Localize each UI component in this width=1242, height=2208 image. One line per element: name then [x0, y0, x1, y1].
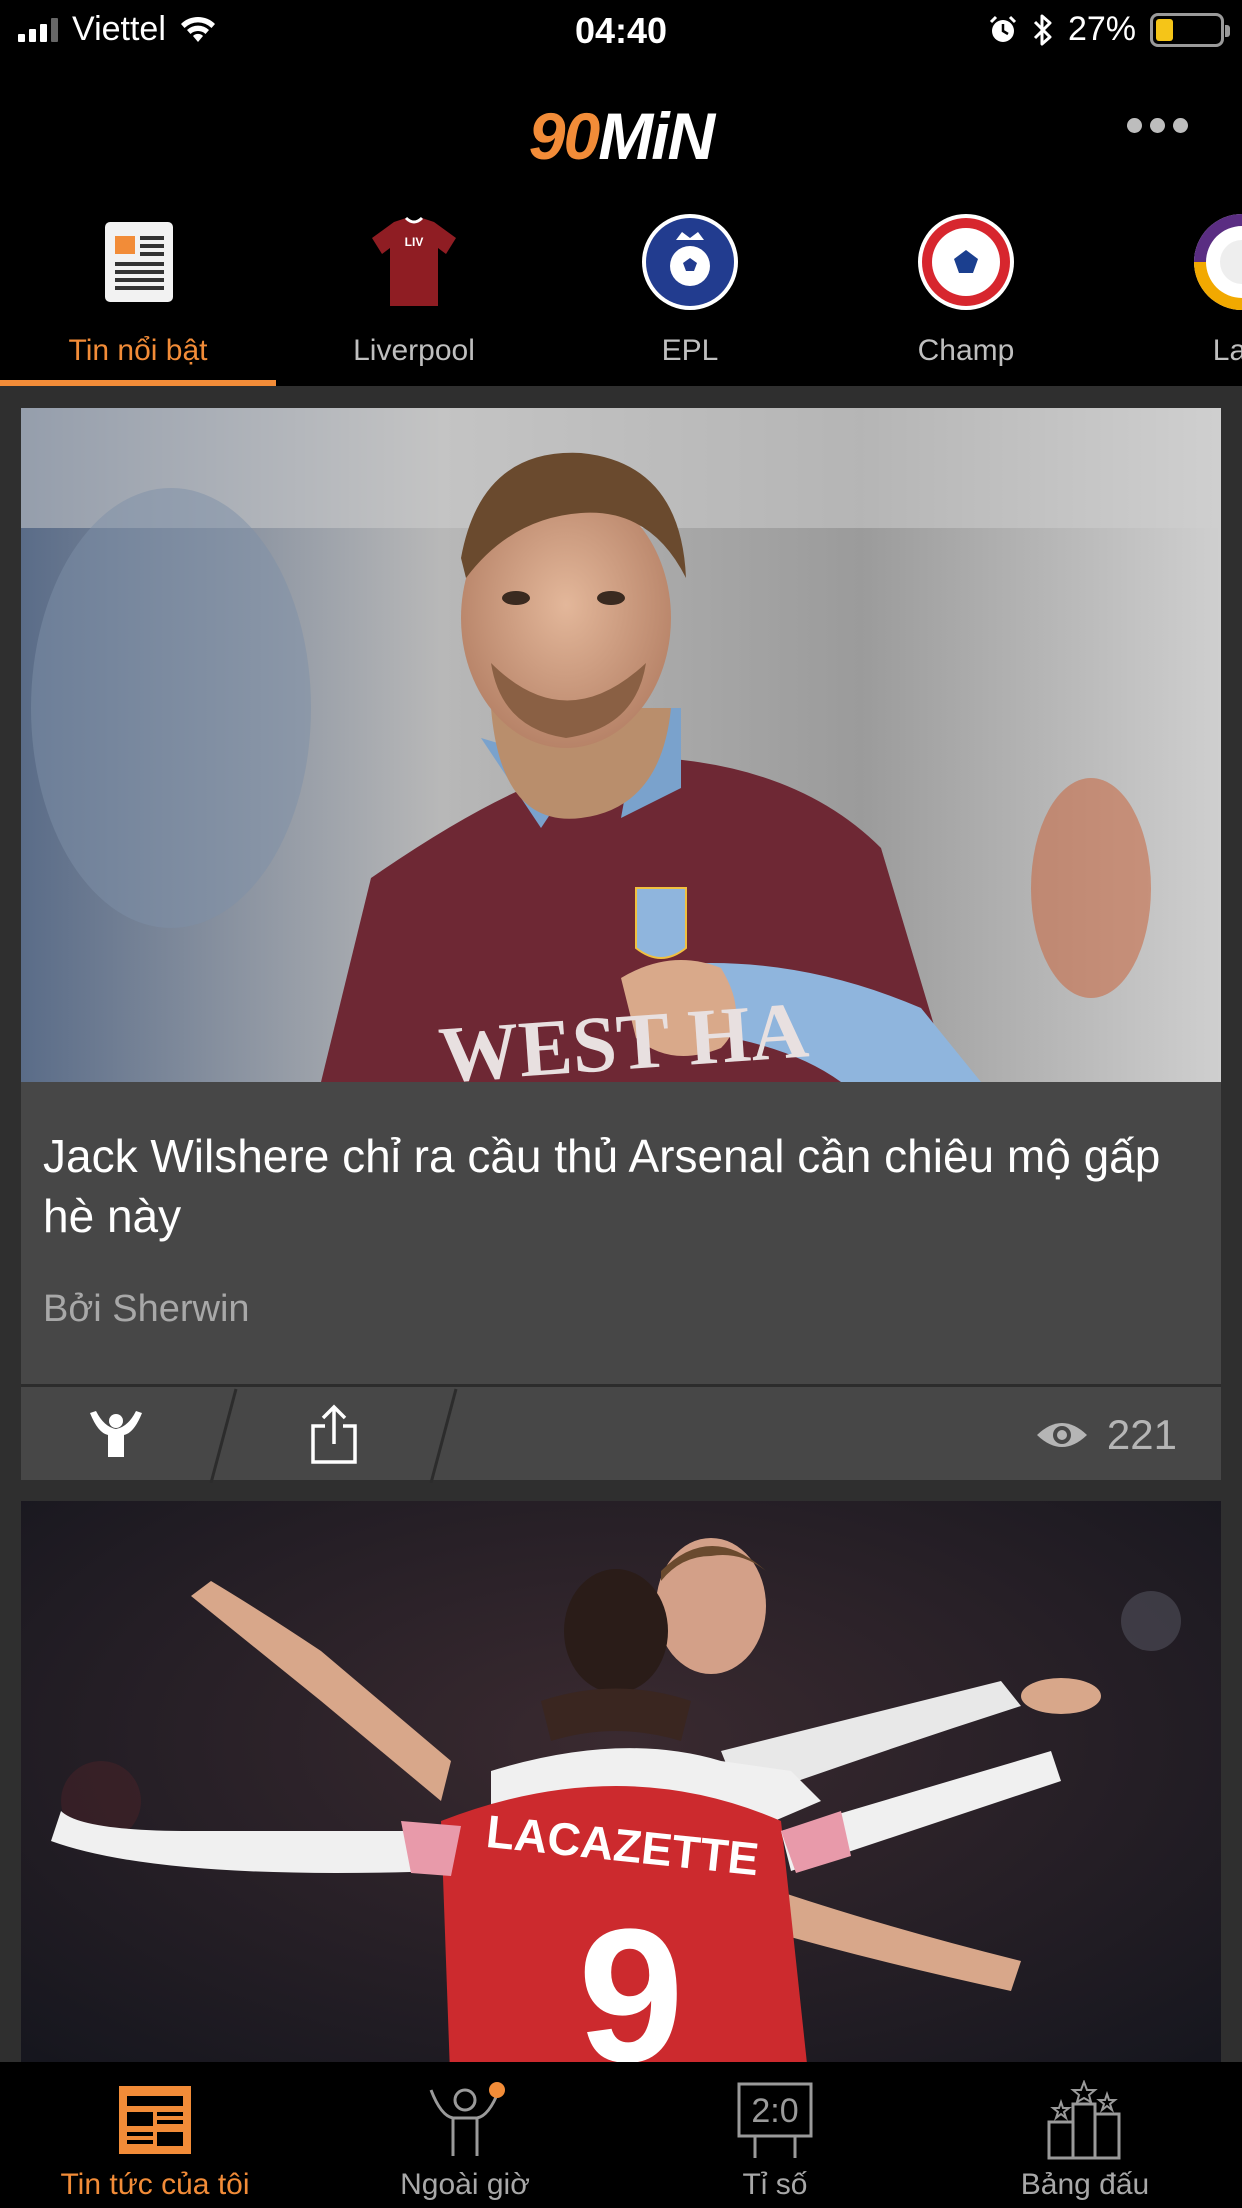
- svg-text:LIV: LIV: [405, 235, 424, 249]
- nav-bang-dau[interactable]: Bảng đấu: [930, 2062, 1240, 2208]
- battery-percent: 27%: [1067, 10, 1136, 48]
- alarm-icon: [989, 15, 1016, 42]
- tab-label: Tin nổi bật: [68, 334, 208, 367]
- share-icon: [310, 1404, 357, 1464]
- standings-podium-icon: [1047, 2080, 1121, 2160]
- view-count-value: 221: [1106, 1411, 1177, 1458]
- article-card[interactable]: WEST HA Jack Wilshere chỉ ra cầu thủ Ars…: [21, 408, 1221, 1483]
- eye-icon: [1036, 1423, 1087, 1447]
- battery-icon: [1150, 12, 1230, 47]
- liverpool-shirt-icon: LIV: [372, 216, 456, 306]
- status-bar: Viettel 04:40 27%: [0, 0, 1242, 62]
- nav-label: Bảng đấu: [1020, 2168, 1150, 2201]
- tab-liverpool[interactable]: LIV Liverpool: [276, 194, 552, 386]
- nav-label: Tỉ số: [742, 2168, 808, 2201]
- tab-epl[interactable]: EPL: [552, 194, 828, 386]
- tab-label: La L: [1212, 334, 1242, 367]
- more-horizontal-icon: [1126, 117, 1142, 133]
- share-button[interactable]: [226, 1387, 441, 1483]
- svg-text:2:0: 2:0: [751, 2092, 798, 2130]
- app-header: 90MiN: [0, 62, 1242, 194]
- tab-la-liga[interactable]: La L: [1104, 194, 1242, 386]
- view-count: 221: [1035, 1411, 1177, 1459]
- west-ham-player-photo: WEST HA: [21, 408, 1221, 1082]
- nav-label: Tin tức của tôi: [60, 2168, 250, 2201]
- tab-label: Liverpool: [353, 334, 475, 367]
- tab-label: EPL: [661, 334, 719, 367]
- notification-badge: [489, 2082, 505, 2098]
- tab-tin-noi-bat[interactable]: Tin nổi bật: [0, 194, 276, 386]
- article-title[interactable]: Jack Wilshere chỉ ra cầu thủ Arsenal cần…: [43, 1126, 1193, 1246]
- nav-my-news[interactable]: Tin tức của tôi: [0, 2062, 310, 2208]
- arsenal-players-celebrating-photo: LACAZETTE 9: [21, 1501, 1221, 2062]
- status-right: 27%: [988, 10, 1230, 49]
- nav-label: Ngoài giờ: [400, 2168, 530, 2201]
- epl-ball-icon: [642, 214, 738, 310]
- my-news-icon: [119, 2086, 191, 2154]
- article-actions-bar: 221: [21, 1384, 1221, 1483]
- bottom-nav: Tin tức của tôi Ngoài giờ 2:0 Tỉ số Bảng…: [0, 2062, 1242, 2208]
- tab-label: Champ: [917, 334, 1015, 367]
- article-image[interactable]: LACAZETTE 9: [21, 1501, 1221, 2062]
- more-options-button[interactable]: [1122, 110, 1192, 140]
- newspaper-icon: [105, 222, 173, 302]
- laliga-ball-icon: [1194, 214, 1242, 310]
- cheer-person-icon: [429, 2082, 505, 2156]
- tab-champ[interactable]: Champ: [828, 194, 1104, 386]
- logo-text: MiN: [598, 99, 715, 173]
- svg-text:9: 9: [578, 1890, 684, 2062]
- scoreboard-icon: 2:0: [737, 2082, 813, 2158]
- nav-ngoai-gio[interactable]: Ngoài giờ: [310, 2062, 620, 2208]
- article-author: Bởi Sherwin: [43, 1288, 250, 1330]
- cheer-person-icon: [90, 1411, 142, 1457]
- category-tabs: Tin nổi bật LIV Liverpool EPL Champ La: [0, 194, 1242, 386]
- cheer-button[interactable]: [21, 1387, 211, 1483]
- app-logo: 90MiN: [0, 98, 1242, 174]
- article-image[interactable]: WEST HA: [21, 408, 1221, 1082]
- nav-ti-so[interactable]: 2:0 Tỉ số: [620, 2062, 930, 2208]
- article-card[interactable]: LACAZETTE 9: [21, 1501, 1221, 2062]
- champions-ball-icon: [918, 214, 1014, 310]
- logo-number: 90: [528, 99, 600, 173]
- bluetooth-icon: [1033, 14, 1052, 45]
- news-feed[interactable]: WEST HA Jack Wilshere chỉ ra cầu thủ Ars…: [0, 386, 1242, 2062]
